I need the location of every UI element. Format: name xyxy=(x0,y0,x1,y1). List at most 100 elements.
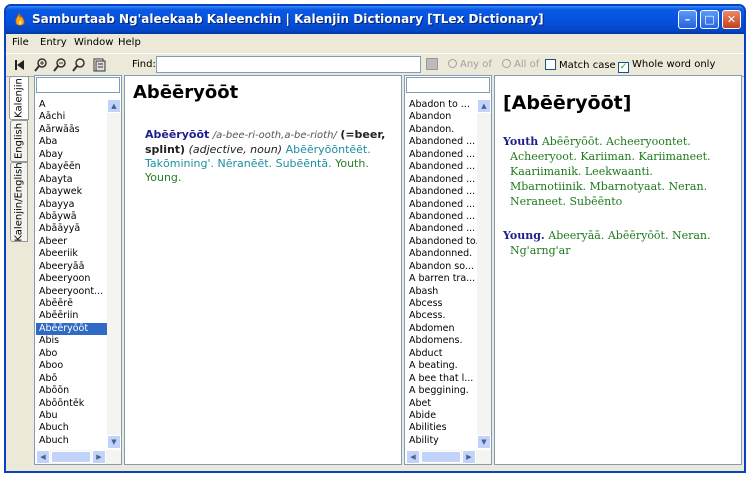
list-item[interactable]: Abduct xyxy=(406,348,484,360)
scroll-down-icon[interactable]: ▼ xyxy=(477,435,491,449)
tab-english[interactable]: English xyxy=(10,120,28,162)
list-item[interactable]: Aboo xyxy=(36,360,114,372)
list-item[interactable]: Abdomens. xyxy=(406,335,484,347)
list-item[interactable]: Abandoned ... xyxy=(406,211,484,223)
find-input[interactable] xyxy=(156,56,421,73)
list-item[interactable]: Abcess xyxy=(406,298,484,310)
list-item[interactable]: Abandoned ... xyxy=(406,149,484,161)
list-search-input[interactable] xyxy=(36,77,120,93)
list-item[interactable]: Abandoned ... xyxy=(406,223,484,235)
scroll-left-icon[interactable]: ◀ xyxy=(36,450,50,464)
list-item[interactable]: Abo xyxy=(36,348,114,360)
menu-file[interactable]: File xyxy=(12,37,29,48)
close-button[interactable]: ✕ xyxy=(722,10,741,29)
list-item[interactable]: Abandoned ... xyxy=(406,174,484,186)
page-icon[interactable] xyxy=(91,57,107,73)
all-of-radio[interactable]: All of xyxy=(502,59,539,70)
list-item[interactable]: Ability xyxy=(406,435,484,447)
list-item[interactable]: Abeer xyxy=(36,236,114,248)
list-item[interactable]: Abuch xyxy=(36,422,114,434)
scroll-down-icon[interactable]: ▼ xyxy=(107,435,121,449)
list-item[interactable]: Abō xyxy=(36,373,114,385)
list-item[interactable]: Abēērē xyxy=(36,298,114,310)
list-item[interactable]: A barren tra... xyxy=(406,273,484,285)
match-case-checkbox[interactable]: Match case xyxy=(545,59,616,71)
horizontal-scrollbar[interactable]: ◀ ▶ xyxy=(406,450,491,464)
list-item[interactable]: Abuch xyxy=(36,435,114,447)
app-window: Samburtaab Ng'aleekaab Kaleenchin | Kale… xyxy=(4,4,746,473)
scroll-thumb[interactable] xyxy=(421,451,461,463)
vertical-scrollbar[interactable]: ▲ ▼ xyxy=(107,99,121,449)
list-item[interactable]: A beggining. xyxy=(406,385,484,397)
list-item[interactable]: Abōōn xyxy=(36,385,114,397)
list-item[interactable]: Abandonned. xyxy=(406,248,484,260)
sense-rest: Ng'arng'ar xyxy=(510,244,571,257)
list-item[interactable]: Aārwāās xyxy=(36,124,114,136)
list-item[interactable]: Aba xyxy=(36,136,114,148)
minimize-button[interactable]: – xyxy=(678,10,697,29)
list-item[interactable]: Abāywā xyxy=(36,211,114,223)
menu-window[interactable]: Window xyxy=(74,37,113,48)
list-item[interactable]: Abayta xyxy=(36,174,114,186)
any-of-radio[interactable]: Any of xyxy=(448,59,492,70)
list-item[interactable]: Abandoned ... xyxy=(406,199,484,211)
list-item[interactable]: Abcess. xyxy=(406,310,484,322)
list-item[interactable]: Abeeriik xyxy=(36,248,114,260)
list-item[interactable]: Abandon so... xyxy=(406,261,484,273)
radio-circle-icon xyxy=(448,59,457,68)
zoom-out-icon[interactable] xyxy=(52,57,68,73)
scroll-left-icon[interactable]: ◀ xyxy=(406,450,420,464)
list-item[interactable]: A bee that l... xyxy=(406,373,484,385)
list-item[interactable]: Abandoned ... xyxy=(406,161,484,173)
zoom-in-icon[interactable] xyxy=(33,57,49,73)
list-item[interactable]: Abayēēn xyxy=(36,161,114,173)
scroll-thumb[interactable] xyxy=(51,451,91,463)
list-item[interactable]: Abēēriin xyxy=(36,310,114,322)
vertical-scrollbar[interactable]: ▲ ▼ xyxy=(477,99,491,449)
list-item[interactable]: Abandon xyxy=(406,111,484,123)
list-item[interactable]: Abandoned to. xyxy=(406,236,484,248)
list-item[interactable]: A xyxy=(36,99,114,111)
list-item[interactable]: Abāāyyā xyxy=(36,223,114,235)
menu-entry[interactable]: Entry xyxy=(40,37,67,48)
list-item[interactable]: Aāchi xyxy=(36,111,114,123)
list-search-input[interactable] xyxy=(406,77,490,93)
list-item[interactable]: Abandoned ... xyxy=(406,136,484,148)
list-item[interactable]: Abet xyxy=(406,398,484,410)
scroll-up-icon[interactable]: ▲ xyxy=(107,99,121,113)
list-item[interactable]: Abayya xyxy=(36,199,114,211)
back-arrow-icon[interactable] xyxy=(12,57,28,73)
scroll-right-icon[interactable]: ▶ xyxy=(462,450,476,464)
list-item[interactable]: Abeeryoon xyxy=(36,273,114,285)
title-bar[interactable]: Samburtaab Ng'aleekaab Kaleenchin | Kale… xyxy=(6,6,744,34)
menu-help[interactable]: Help xyxy=(118,37,141,48)
search-icon[interactable] xyxy=(71,57,87,73)
horizontal-scrollbar[interactable]: ◀ ▶ xyxy=(36,450,121,464)
scroll-up-icon[interactable]: ▲ xyxy=(477,99,491,113)
headword-list: Abadon to ... Abandon Abandon. Abandoned ..… xyxy=(406,99,484,447)
tab-kalenjin-english[interactable]: Kalenjin/English xyxy=(10,162,28,242)
list-item[interactable]: A beating. xyxy=(406,360,484,372)
tab-kalenjin[interactable]: Kalenjin xyxy=(9,76,29,120)
list-item[interactable]: Abilities xyxy=(406,422,484,434)
list-item[interactable]: Abide xyxy=(406,410,484,422)
list-item[interactable]: Abadon to ... xyxy=(406,99,484,111)
list-item[interactable]: Abōōntēk xyxy=(36,398,114,410)
list-item[interactable]: Abaywek xyxy=(36,186,114,198)
list-item[interactable]: Abandoned ... xyxy=(406,186,484,198)
whole-word-checkbox[interactable]: ✓ Whole word only xyxy=(618,59,715,73)
list-item[interactable]: Abdomen xyxy=(406,323,484,335)
list-item[interactable]: Abēēryōōt xyxy=(36,322,114,336)
list-item[interactable]: Abeeryoont... xyxy=(36,286,114,298)
list-item[interactable]: Abeeryāā xyxy=(36,261,114,273)
entry-title: Abēēryōōt xyxy=(133,82,239,103)
list-item[interactable]: Abandon. xyxy=(406,124,484,136)
any-of-label: Any of xyxy=(460,59,492,70)
maximize-button[interactable]: □ xyxy=(700,10,719,29)
scroll-right-icon[interactable]: ▶ xyxy=(92,450,106,464)
list-item[interactable]: Abu xyxy=(36,410,114,422)
list-item[interactable]: Abash xyxy=(406,286,484,298)
find-go-button[interactable] xyxy=(426,58,438,70)
list-item[interactable]: Abay xyxy=(36,149,114,161)
list-item[interactable]: Abis xyxy=(36,335,114,347)
